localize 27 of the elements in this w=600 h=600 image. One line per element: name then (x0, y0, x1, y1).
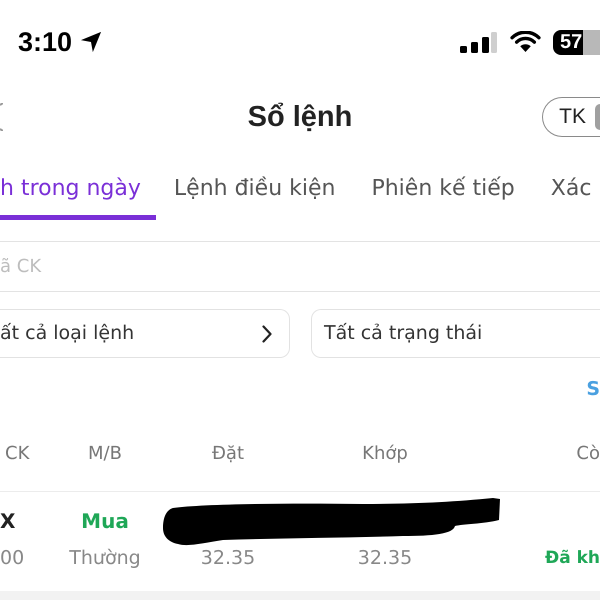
chevron-right-icon (262, 324, 272, 342)
tab[interactable]: Phiên kế tiếp (353, 150, 533, 220)
status-time: 3:10 (18, 28, 72, 56)
battery-indicator: 57 (553, 30, 600, 54)
tab[interactable]: h trong ngày (0, 150, 156, 220)
column-header: Cò (575, 442, 600, 466)
filter-dropdown[interactable]: ất cả loại lệnh (0, 309, 290, 358)
table-cell-text: 32.35 (356, 546, 414, 571)
column-header: CK (4, 442, 31, 466)
location-arrow-icon (80, 31, 102, 53)
column-header: M/B (87, 442, 123, 466)
account-button[interactable]: TK (542, 97, 600, 137)
wifi-icon (510, 31, 541, 53)
table-cell-text: Thường (68, 546, 142, 571)
column-header: Khớp (361, 442, 409, 466)
search-field[interactable]: ã CK (0, 241, 600, 292)
table-cell-text: 00 (0, 546, 26, 571)
tab[interactable]: Xác (532, 150, 600, 220)
table-cell-text: Mua (80, 508, 130, 535)
table-cell-text: X (0, 508, 16, 535)
table-cell-text: 32.35 (200, 546, 256, 571)
signal-icon (460, 32, 497, 52)
filter-dropdown[interactable]: Tất cả trạng thái (311, 309, 600, 358)
column-header: Đặt (210, 442, 246, 466)
table-cell-text: Đã kh (544, 547, 600, 570)
page-title: Sổ lệnh (248, 102, 352, 132)
tab[interactable]: Lệnh điều kiện (156, 150, 354, 220)
